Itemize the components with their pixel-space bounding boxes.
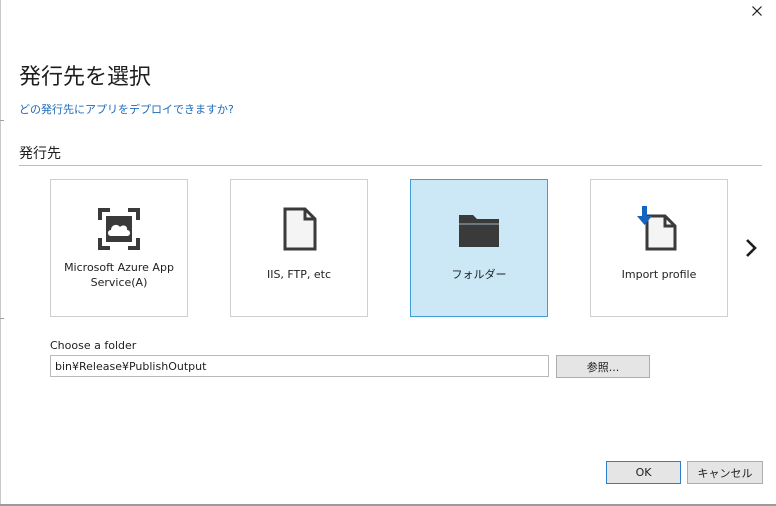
target-card-folder[interactable]: フォルダー — [410, 179, 548, 317]
help-link[interactable]: どの発行先にアプリをデプロイできますか? — [19, 101, 234, 117]
section-label-targets: 発行先 — [19, 146, 61, 162]
close-icon — [752, 6, 762, 16]
folder-label: Choose a folder — [50, 339, 137, 352]
dialog-title: 発行先を選択 — [19, 65, 152, 90]
folder-path-input[interactable] — [50, 355, 549, 377]
azure-app-service-icon — [96, 206, 142, 252]
target-card-label: Import profile — [621, 268, 697, 281]
target-card-label: フォルダー — [451, 268, 507, 281]
target-card-label: Microsoft Azure App Service(A) — [64, 261, 174, 289]
target-card-iis-ftp[interactable]: IIS, FTP, etc — [230, 179, 368, 317]
close-button[interactable] — [744, 0, 770, 22]
window-edge-tick — [0, 120, 4, 121]
ok-button[interactable]: OK — [606, 461, 681, 484]
cancel-button[interactable]: キャンセル — [687, 461, 763, 484]
target-card-label: IIS, FTP, etc — [266, 268, 332, 281]
folder-icon — [456, 206, 502, 252]
publish-target-dialog: 発行先を選択 どの発行先にアプリをデプロイできますか? 発行先 Microsof… — [0, 0, 776, 506]
import-profile-icon — [636, 206, 682, 252]
document-icon — [276, 206, 322, 252]
chevron-right-icon — [746, 239, 757, 257]
window-left-edge — [0, 0, 1, 506]
section-divider — [19, 165, 762, 166]
target-card-azure-app-service[interactable]: Microsoft Azure App Service(A) — [50, 179, 188, 317]
browse-button[interactable]: 参照... — [556, 355, 650, 378]
target-card-import-profile[interactable]: Import profile — [590, 179, 728, 317]
next-targets-button[interactable] — [741, 236, 761, 260]
window-edge-tick — [0, 318, 4, 319]
